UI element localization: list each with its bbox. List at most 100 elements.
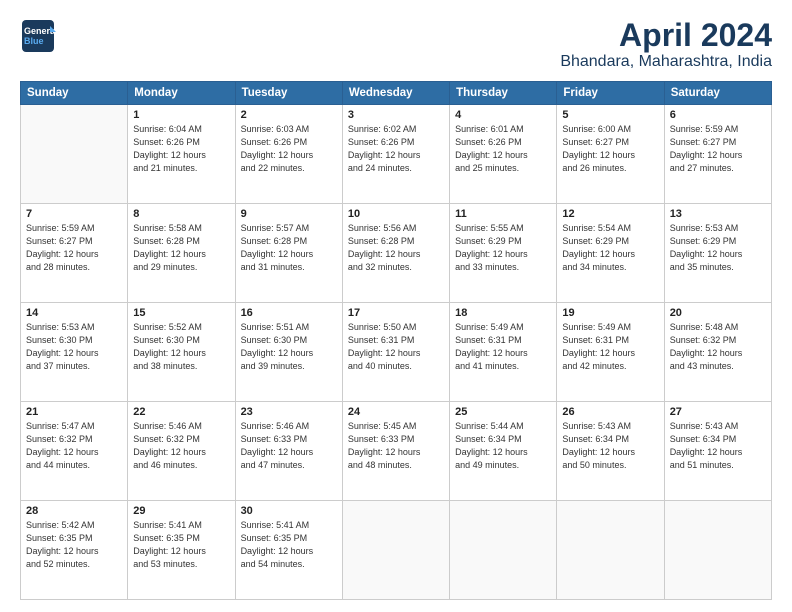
day-info: Sunrise: 5:49 AMSunset: 6:31 PMDaylight:… (562, 321, 658, 373)
calendar-cell: 7 Sunrise: 5:59 AMSunset: 6:27 PMDaylight… (21, 204, 128, 303)
day-number: 26 (562, 406, 658, 418)
calendar-cell: 21 Sunrise: 5:47 AMSunset: 6:32 PMDayligh… (21, 402, 128, 501)
calendar-cell: 3 Sunrise: 6:02 AMSunset: 6:26 PMDaylight… (342, 105, 449, 204)
calendar-cell: 26Sunrise: 5:43 AMSunset: 6:34 PMDayligh… (557, 402, 664, 501)
day-info: Sunrise: 5:53 AMSunset: 6:29 PMDaylight:… (670, 222, 766, 274)
calendar-cell: 25 Sunrise: 5:44 AMSunset: 6:34 PMDayligh… (450, 402, 557, 501)
day-info: Sunrise: 6:00 AMSunset: 6:27 PMDaylight:… (562, 123, 658, 175)
title-block: April 2024 Bhandara, Maharashtra, India (560, 18, 772, 71)
page: General Blue April 2024 Bhandara, Mahara… (0, 0, 792, 612)
day-info: Sunrise: 6:02 AMSunset: 6:26 PMDaylight:… (348, 123, 444, 175)
day-number: 7 (26, 208, 122, 220)
day-number: 3 (348, 109, 444, 121)
day-number: 25 (455, 406, 551, 418)
day-number: 16 (241, 307, 337, 319)
calendar-week-row: 7 Sunrise: 5:59 AMSunset: 6:27 PMDaylight… (21, 204, 772, 303)
day-number: 2 (241, 109, 337, 121)
calendar-cell: 4Sunrise: 6:01 AMSunset: 6:26 PMDaylight… (450, 105, 557, 204)
day-number: 10 (348, 208, 444, 220)
day-info: Sunrise: 5:49 AMSunset: 6:31 PMDaylight:… (455, 321, 551, 373)
calendar-cell: 8Sunrise: 5:58 AMSunset: 6:28 PMDaylight… (128, 204, 235, 303)
day-number: 30 (241, 505, 337, 517)
day-info: Sunrise: 5:42 AMSunset: 6:35 PMDaylight:… (26, 519, 122, 571)
calendar-title: April 2024 (560, 18, 772, 53)
weekday-header: Monday (128, 82, 235, 105)
day-number: 21 (26, 406, 122, 418)
day-number: 28 (26, 505, 122, 517)
calendar-cell: 22 Sunrise: 5:46 AMSunset: 6:32 PMDayligh… (128, 402, 235, 501)
day-number: 11 (455, 208, 551, 220)
day-number: 9 (241, 208, 337, 220)
day-number: 1 (133, 109, 229, 121)
day-number: 20 (670, 307, 766, 319)
day-number: 13 (670, 208, 766, 220)
day-number: 19 (562, 307, 658, 319)
day-info: Sunrise: 6:04 AMSunset: 6:26 PMDaylight:… (133, 123, 229, 175)
calendar-cell (342, 501, 449, 600)
day-info: Sunrise: 5:57 AMSunset: 6:28 PMDaylight:… (241, 222, 337, 274)
day-info: Sunrise: 5:59 AMSunset: 6:27 PMDaylight:… (670, 123, 766, 175)
calendar-cell: 14 Sunrise: 5:53 AMSunset: 6:30 PMDayligh… (21, 303, 128, 402)
day-info: Sunrise: 5:51 AMSunset: 6:30 PMDaylight:… (241, 321, 337, 373)
calendar-cell: 10 Sunrise: 5:56 AMSunset: 6:28 PMDayligh… (342, 204, 449, 303)
day-info: Sunrise: 5:50 AMSunset: 6:31 PMDaylight:… (348, 321, 444, 373)
day-number: 17 (348, 307, 444, 319)
day-info: Sunrise: 5:41 AMSunset: 6:35 PMDaylight:… (133, 519, 229, 571)
day-info: Sunrise: 5:46 AMSunset: 6:32 PMDaylight:… (133, 420, 229, 472)
calendar-cell: 24 Sunrise: 5:45 AMSunset: 6:33 PMDayligh… (342, 402, 449, 501)
calendar-week-row: 1 Sunrise: 6:04 AMSunset: 6:26 PMDaylight… (21, 105, 772, 204)
day-info: Sunrise: 5:48 AMSunset: 6:32 PMDaylight:… (670, 321, 766, 373)
calendar-cell (21, 105, 128, 204)
calendar-week-row: 14 Sunrise: 5:53 AMSunset: 6:30 PMDayligh… (21, 303, 772, 402)
day-info: Sunrise: 5:44 AMSunset: 6:34 PMDaylight:… (455, 420, 551, 472)
weekday-header: Thursday (450, 82, 557, 105)
day-info: Sunrise: 5:47 AMSunset: 6:32 PMDaylight:… (26, 420, 122, 472)
day-number: 22 (133, 406, 229, 418)
day-number: 8 (133, 208, 229, 220)
calendar-cell: 15Sunrise: 5:52 AMSunset: 6:30 PMDayligh… (128, 303, 235, 402)
day-number: 12 (562, 208, 658, 220)
calendar-cell: 29 Sunrise: 5:41 AMSunset: 6:35 PMDayligh… (128, 501, 235, 600)
calendar-cell: 9 Sunrise: 5:57 AMSunset: 6:28 PMDaylight… (235, 204, 342, 303)
day-number: 29 (133, 505, 229, 517)
day-info: Sunrise: 5:56 AMSunset: 6:28 PMDaylight:… (348, 222, 444, 274)
calendar-table: SundayMondayTuesdayWednesdayThursdayFrid… (20, 81, 772, 600)
day-number: 27 (670, 406, 766, 418)
day-number: 6 (670, 109, 766, 121)
day-info: Sunrise: 5:55 AMSunset: 6:29 PMDaylight:… (455, 222, 551, 274)
calendar-cell (557, 501, 664, 600)
calendar-cell: 23Sunrise: 5:46 AMSunset: 6:33 PMDayligh… (235, 402, 342, 501)
day-info: Sunrise: 5:54 AMSunset: 6:29 PMDaylight:… (562, 222, 658, 274)
day-number: 5 (562, 109, 658, 121)
day-number: 18 (455, 307, 551, 319)
header: General Blue April 2024 Bhandara, Mahara… (20, 18, 772, 71)
calendar-cell: 16 Sunrise: 5:51 AMSunset: 6:30 PMDayligh… (235, 303, 342, 402)
weekday-header: Tuesday (235, 82, 342, 105)
day-number: 23 (241, 406, 337, 418)
day-info: Sunrise: 6:03 AMSunset: 6:26 PMDaylight:… (241, 123, 337, 175)
weekday-header: Wednesday (342, 82, 449, 105)
calendar-cell: 13 Sunrise: 5:53 AMSunset: 6:29 PMDayligh… (664, 204, 771, 303)
calendar-week-row: 21 Sunrise: 5:47 AMSunset: 6:32 PMDayligh… (21, 402, 772, 501)
calendar-cell: 12 Sunrise: 5:54 AMSunset: 6:29 PMDayligh… (557, 204, 664, 303)
day-info: Sunrise: 5:59 AMSunset: 6:27 PMDaylight:… (26, 222, 122, 274)
weekday-header: Sunday (21, 82, 128, 105)
day-info: Sunrise: 5:43 AMSunset: 6:34 PMDaylight:… (670, 420, 766, 472)
day-info: Sunrise: 6:01 AMSunset: 6:26 PMDaylight:… (455, 123, 551, 175)
calendar-cell: 18 Sunrise: 5:49 AMSunset: 6:31 PMDayligh… (450, 303, 557, 402)
svg-text:Blue: Blue (24, 36, 44, 46)
day-info: Sunrise: 5:53 AMSunset: 6:30 PMDaylight:… (26, 321, 122, 373)
calendar-cell (450, 501, 557, 600)
calendar-cell: 27 Sunrise: 5:43 AMSunset: 6:34 PMDayligh… (664, 402, 771, 501)
day-number: 24 (348, 406, 444, 418)
day-number: 14 (26, 307, 122, 319)
calendar-cell: 30Sunrise: 5:41 AMSunset: 6:35 PMDayligh… (235, 501, 342, 600)
calendar-week-row: 28 Sunrise: 5:42 AMSunset: 6:35 PMDayligh… (21, 501, 772, 600)
calendar-cell: 17 Sunrise: 5:50 AMSunset: 6:31 PMDayligh… (342, 303, 449, 402)
day-info: Sunrise: 5:45 AMSunset: 6:33 PMDaylight:… (348, 420, 444, 472)
calendar-cell: 19 Sunrise: 5:49 AMSunset: 6:31 PMDayligh… (557, 303, 664, 402)
logo: General Blue (20, 18, 56, 54)
weekday-header: Saturday (664, 82, 771, 105)
weekday-header-row: SundayMondayTuesdayWednesdayThursdayFrid… (21, 82, 772, 105)
calendar-cell: 20 Sunrise: 5:48 AMSunset: 6:32 PMDayligh… (664, 303, 771, 402)
